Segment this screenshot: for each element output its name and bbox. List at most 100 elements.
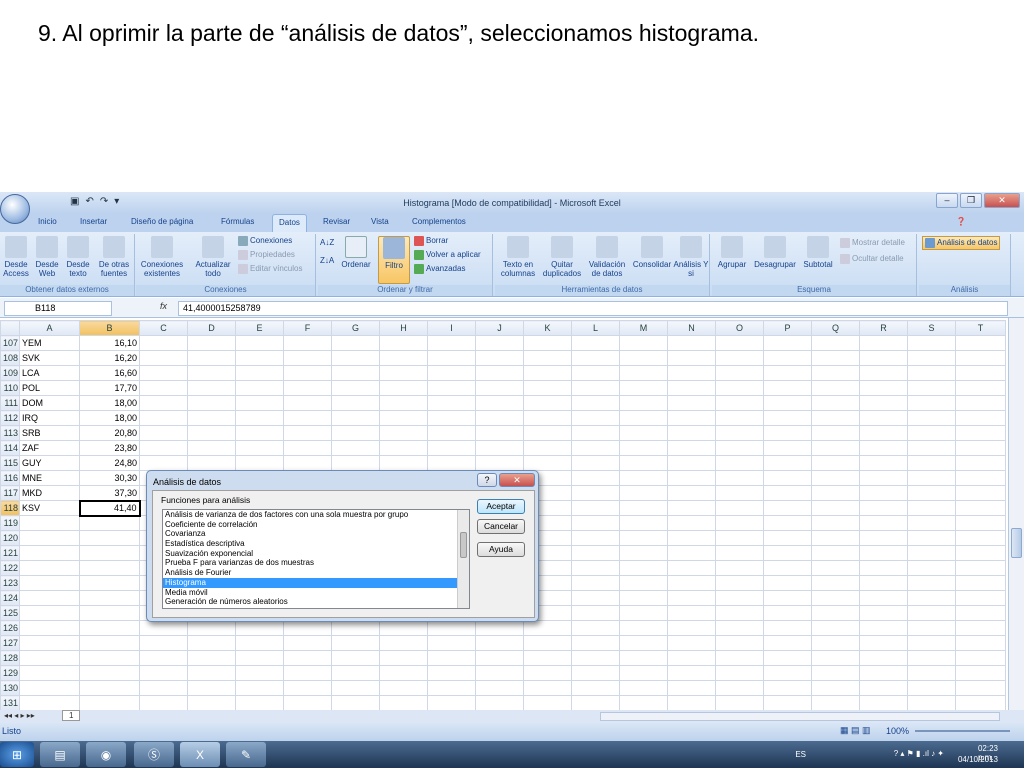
- cell-k[interactable]: [523, 665, 573, 681]
- cell-r[interactable]: [859, 440, 909, 456]
- cell-l[interactable]: [571, 605, 621, 621]
- explorer-icon[interactable]: ▤: [40, 742, 80, 767]
- cell-d[interactable]: [187, 635, 237, 651]
- cell-h[interactable]: [379, 380, 429, 396]
- cell-j[interactable]: [475, 680, 525, 696]
- row-header[interactable]: 123: [0, 575, 21, 591]
- cell-h[interactable]: [379, 650, 429, 666]
- name-box[interactable]: B118: [4, 301, 112, 316]
- cell-r[interactable]: [859, 530, 909, 546]
- cell-a[interactable]: POL: [19, 380, 81, 396]
- cell-f[interactable]: [283, 650, 333, 666]
- cell-j[interactable]: [475, 620, 525, 636]
- list-item[interactable]: Estadística descriptiva: [163, 539, 469, 549]
- row-header[interactable]: 115: [0, 455, 21, 471]
- cell-l[interactable]: [571, 395, 621, 411]
- cell-s[interactable]: [907, 455, 957, 471]
- desde-web-button[interactable]: Desde Web: [33, 236, 61, 278]
- cell-m[interactable]: [619, 455, 669, 471]
- analisis-datos-button[interactable]: Análisis de datos: [922, 236, 1001, 250]
- row-header[interactable]: 127: [0, 635, 21, 651]
- cell-k[interactable]: [523, 365, 573, 381]
- cell-n[interactable]: [667, 605, 717, 621]
- language-indicator[interactable]: ES: [795, 750, 806, 759]
- cell-k[interactable]: [523, 620, 573, 636]
- cell-b[interactable]: [79, 665, 141, 681]
- column-header-g[interactable]: G: [331, 320, 381, 336]
- cell-d[interactable]: [187, 680, 237, 696]
- cell-e[interactable]: [235, 380, 285, 396]
- column-header-a[interactable]: A: [19, 320, 81, 336]
- cell-m[interactable]: [619, 500, 669, 516]
- cell-i[interactable]: [427, 455, 477, 471]
- cell-p[interactable]: [763, 680, 813, 696]
- row-header[interactable]: 110: [0, 380, 21, 396]
- cell-n[interactable]: [667, 635, 717, 651]
- cell-h[interactable]: [379, 455, 429, 471]
- cell-e[interactable]: [235, 350, 285, 366]
- cell-a[interactable]: [19, 590, 81, 606]
- column-header-i[interactable]: I: [427, 320, 477, 336]
- conexiones-button[interactable]: Conexiones: [238, 236, 292, 246]
- cell-d[interactable]: [187, 440, 237, 456]
- cell-f[interactable]: [283, 665, 333, 681]
- cell-l[interactable]: [571, 365, 621, 381]
- cell-m[interactable]: [619, 575, 669, 591]
- list-item[interactable]: Generación de números aleatorios: [163, 597, 469, 607]
- cell-n[interactable]: [667, 695, 717, 711]
- cell-r[interactable]: [859, 350, 909, 366]
- list-item[interactable]: Suavización exponencial: [163, 549, 469, 559]
- cell-l[interactable]: [571, 455, 621, 471]
- propiedades-button[interactable]: Propiedades: [238, 250, 295, 260]
- cell-p[interactable]: [763, 590, 813, 606]
- cell-g[interactable]: [331, 650, 381, 666]
- cell-k[interactable]: [523, 335, 573, 351]
- cell-o[interactable]: [715, 530, 765, 546]
- desde-access-button[interactable]: Desde Access: [2, 236, 30, 278]
- cell-h[interactable]: [379, 365, 429, 381]
- cell-j[interactable]: [475, 455, 525, 471]
- cell-c[interactable]: [139, 350, 189, 366]
- cell-p[interactable]: [763, 545, 813, 561]
- cell-t[interactable]: [955, 665, 1007, 681]
- cell-r[interactable]: [859, 335, 909, 351]
- cell-r[interactable]: [859, 545, 909, 561]
- cell-c[interactable]: [139, 395, 189, 411]
- cell-b[interactable]: [79, 560, 141, 576]
- cell-e[interactable]: [235, 335, 285, 351]
- cell-d[interactable]: [187, 665, 237, 681]
- quitar-duplicados-button[interactable]: Quitar duplicados: [539, 236, 585, 278]
- cell-t[interactable]: [955, 590, 1007, 606]
- cell-h[interactable]: [379, 665, 429, 681]
- mostrar-detalle-button[interactable]: Mostrar detalle: [840, 238, 905, 248]
- cell-l[interactable]: [571, 515, 621, 531]
- cell-m[interactable]: [619, 695, 669, 711]
- cell-o[interactable]: [715, 650, 765, 666]
- cell-l[interactable]: [571, 500, 621, 516]
- cell-b[interactable]: 16,10: [79, 335, 141, 351]
- cell-q[interactable]: [811, 665, 861, 681]
- ayuda-button[interactable]: Ayuda: [477, 542, 525, 557]
- cell-n[interactable]: [667, 470, 717, 486]
- tray-icons[interactable]: ? ▴ ⚑ ▮ .ıl ♪ ✦: [894, 749, 944, 758]
- cell-j[interactable]: [475, 380, 525, 396]
- cell-d[interactable]: [187, 365, 237, 381]
- cell-g[interactable]: [331, 620, 381, 636]
- cell-m[interactable]: [619, 650, 669, 666]
- column-header-l[interactable]: L: [571, 320, 621, 336]
- cell-i[interactable]: [427, 365, 477, 381]
- cell-a[interactable]: [19, 695, 81, 711]
- column-header-o[interactable]: O: [715, 320, 765, 336]
- list-item[interactable]: Covarianza: [163, 529, 469, 539]
- column-header-f[interactable]: F: [283, 320, 333, 336]
- cell-n[interactable]: [667, 545, 717, 561]
- cell-b[interactable]: 30,30: [79, 470, 141, 486]
- cell-a[interactable]: IRQ: [19, 410, 81, 426]
- cell-c[interactable]: [139, 665, 189, 681]
- cell-t[interactable]: [955, 545, 1007, 561]
- cell-b[interactable]: [79, 545, 141, 561]
- cell-h[interactable]: [379, 425, 429, 441]
- cell-p[interactable]: [763, 380, 813, 396]
- cell-m[interactable]: [619, 470, 669, 486]
- cell-l[interactable]: [571, 590, 621, 606]
